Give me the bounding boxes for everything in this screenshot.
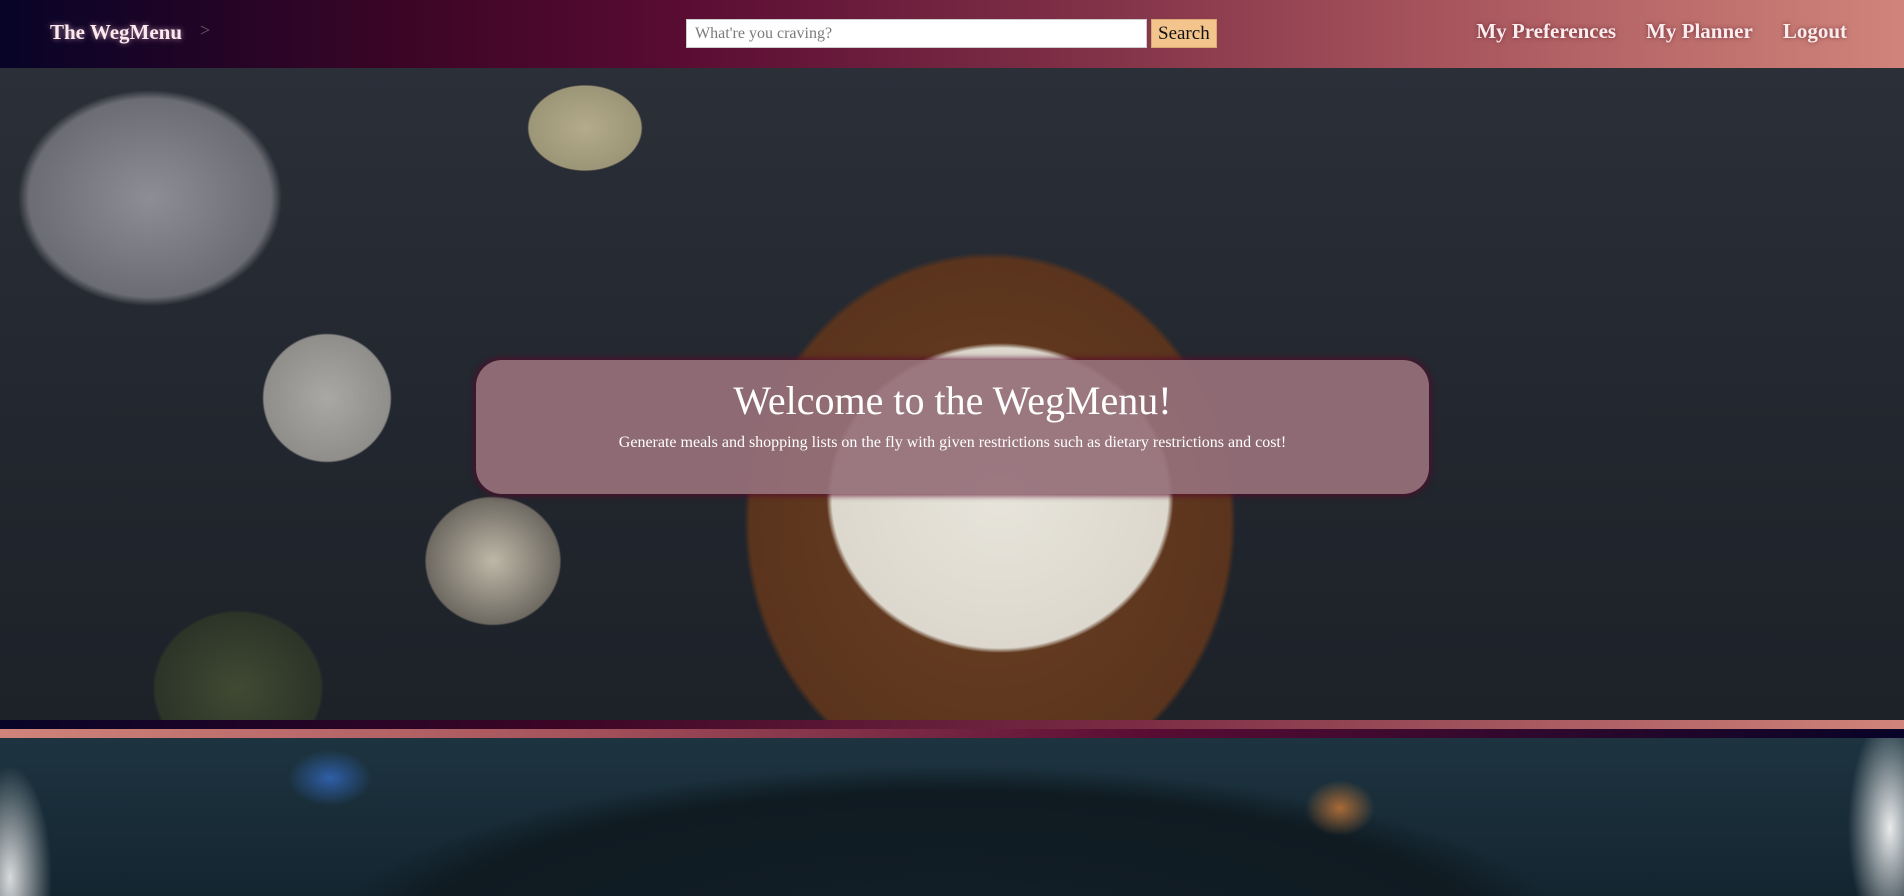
navbar: The WegMenu > Search My Preferences My P…: [0, 0, 1904, 68]
mussels-background-section: [0, 738, 1904, 896]
section-divider-bottom: [0, 729, 1904, 738]
chevron-right-icon[interactable]: >: [200, 20, 210, 41]
welcome-card: Welcome to the WegMenu! Generate meals a…: [476, 360, 1429, 494]
welcome-title: Welcome to the WegMenu!: [733, 378, 1172, 423]
search-button[interactable]: Search: [1151, 19, 1217, 48]
nav-link-my-preferences[interactable]: My Preferences: [1476, 19, 1616, 44]
brand-logo-link[interactable]: The WegMenu: [50, 20, 182, 45]
search-input[interactable]: [686, 19, 1147, 48]
hero-section-food-background: Welcome to the WegMenu! Generate meals a…: [0, 68, 1904, 720]
welcome-subtitle: Generate meals and shopping lists on the…: [618, 434, 1287, 451]
nav-links: My Preferences My Planner Logout: [1476, 19, 1847, 44]
section-divider-top: [0, 720, 1904, 729]
search-form: Search: [686, 19, 1217, 48]
nav-link-logout[interactable]: Logout: [1783, 19, 1847, 44]
nav-link-my-planner[interactable]: My Planner: [1646, 19, 1753, 44]
